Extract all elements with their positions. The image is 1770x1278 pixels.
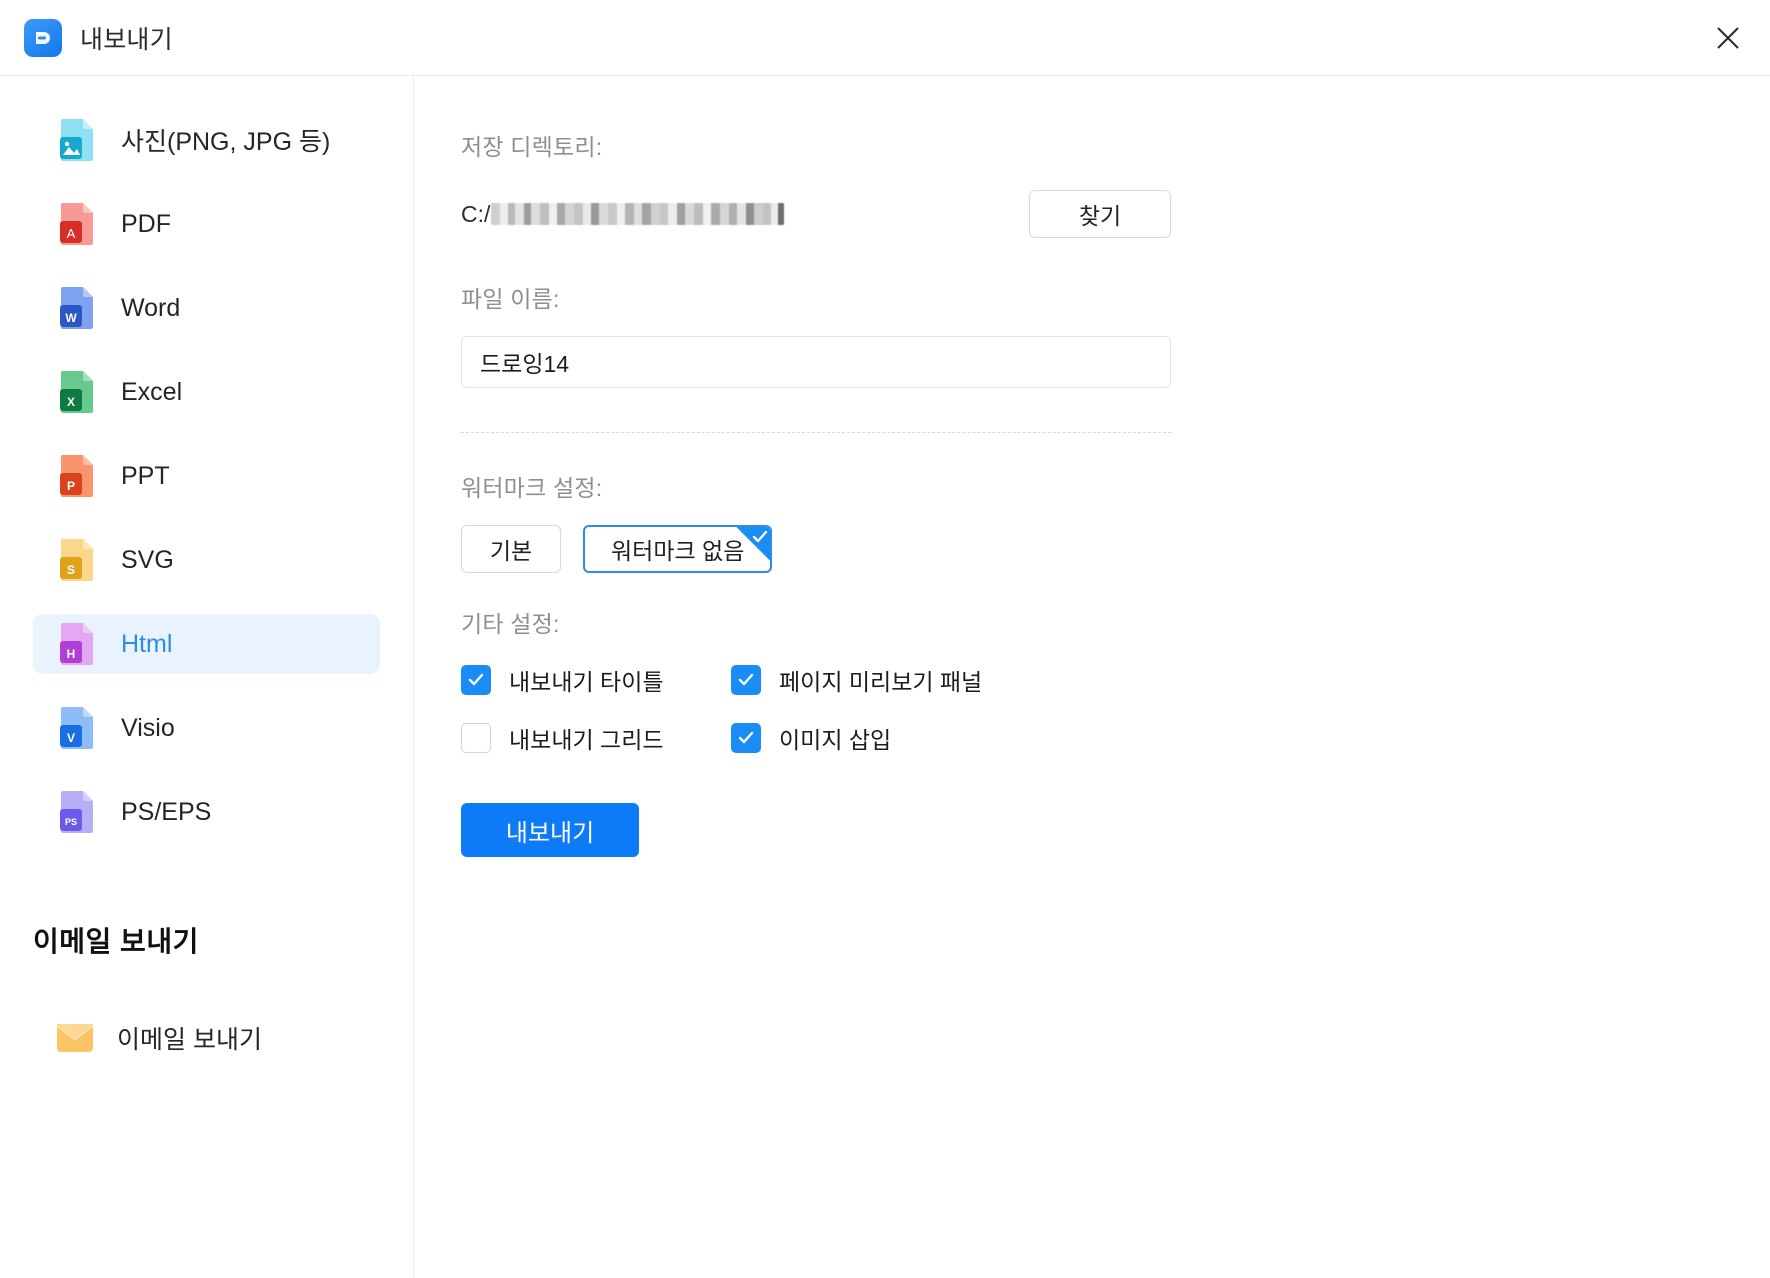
sidebar-item-visio[interactable]: V Visio: [33, 698, 380, 758]
pdf-file-icon: A: [60, 203, 93, 245]
sidebar: 사진(PNG, JPG 등) A PDF W Word X Excel P PP…: [0, 76, 414, 1278]
sidebar-item-label: Visio: [121, 713, 175, 742]
section-divider: [461, 432, 1171, 433]
sidebar-item-html[interactable]: H Html: [33, 614, 380, 674]
sidebar-item-ppt[interactable]: P PPT: [33, 446, 380, 506]
sidebar-item-label: PS/EPS: [121, 797, 212, 826]
check-icon: [738, 731, 754, 744]
ppt-file-icon: P: [60, 455, 93, 497]
svg-text:A: A: [67, 226, 76, 241]
watermark-option-none[interactable]: 워터마크 없음: [583, 525, 773, 573]
checkbox-embed-image[interactable]: 이미지 삽입: [731, 721, 1081, 755]
window-title: 내보내기: [80, 25, 173, 54]
checkbox-label: 이미지 삽입: [779, 727, 892, 753]
checkbox-box-checked[interactable]: [461, 665, 491, 695]
sidebar-item-label: Excel: [121, 377, 183, 406]
sidebar-item-ps-eps[interactable]: PS PS/EPS: [33, 782, 380, 842]
main-panel: 저장 디렉토리: C:/ 찾기 파일 이름: 드로잉14 워터마크 설정: 기본…: [415, 76, 1770, 1278]
svg-text:H: H: [67, 647, 76, 661]
filename-label: 파일 이름:: [461, 286, 560, 312]
watermark-options-row: 기본 워터마크 없음: [461, 525, 1770, 573]
word-file-icon: W: [60, 287, 93, 329]
email-section-title: 이메일 보내기: [33, 926, 199, 957]
checkbox-box-checked[interactable]: [731, 723, 761, 753]
watermark-label: 워터마크 설정:: [461, 475, 603, 501]
filename-input[interactable]: 드로잉14: [461, 336, 1171, 388]
sidebar-item-label: 사진(PNG, JPG 등): [121, 128, 331, 156]
sidebar-item-svg[interactable]: S SVG: [33, 530, 380, 590]
close-icon[interactable]: [1704, 14, 1752, 62]
checkbox-box-checked[interactable]: [731, 665, 761, 695]
check-icon: [468, 673, 484, 686]
directory-row: C:/ 찾기: [461, 190, 1171, 238]
svg-text:PS: PS: [65, 817, 77, 827]
other-settings-label: 기타 설정:: [461, 611, 560, 637]
watermark-option-default[interactable]: 기본: [461, 525, 561, 573]
svg-text:W: W: [65, 311, 77, 325]
title-bar: 내보내기: [0, 0, 1770, 76]
checkbox-export-title[interactable]: 내보내기 타이틀: [461, 663, 731, 697]
svg-text:P: P: [67, 479, 75, 493]
checkbox-export-grid[interactable]: 내보내기 그리드: [461, 721, 731, 755]
sidebar-item-label: Word: [121, 293, 181, 322]
sidebar-item-label: Html: [121, 629, 173, 658]
checkbox-box-unchecked[interactable]: [461, 723, 491, 753]
svg-text:X: X: [67, 395, 75, 409]
directory-path-value[interactable]: C:/: [461, 201, 1029, 228]
checkbox-label: 내보내기 그리드: [509, 727, 664, 753]
html-file-icon: H: [60, 623, 93, 665]
sidebar-item-label: PDF: [121, 209, 171, 238]
checkbox-label: 페이지 미리보기 패널: [779, 669, 983, 695]
checkbox-label: 내보내기 타이틀: [509, 669, 664, 695]
export-button[interactable]: 내보내기: [461, 803, 639, 857]
check-icon: [738, 673, 754, 686]
image-file-icon: [60, 119, 93, 161]
excel-file-icon: X: [60, 371, 93, 413]
sidebar-item-label: 이메일 보내기: [117, 1026, 262, 1054]
check-icon: [753, 530, 768, 543]
svg-text:S: S: [67, 563, 75, 577]
browse-button[interactable]: 찾기: [1029, 190, 1171, 238]
checkbox-page-preview-panel[interactable]: 페이지 미리보기 패널: [731, 663, 1081, 697]
edrawmax-logo-icon: [24, 18, 62, 57]
other-settings-checkboxes: 내보내기 타이틀 페이지 미리보기 패널 내보내기 그리드 이미지 삽입: [461, 663, 1081, 755]
sidebar-item-word[interactable]: W Word: [33, 278, 380, 338]
watermark-option-none-label: 워터마크 없음: [611, 538, 745, 564]
directory-path-redacted: [491, 203, 785, 225]
ps-eps-file-icon: PS: [60, 791, 93, 833]
sidebar-item-pdf[interactable]: A PDF: [33, 194, 380, 254]
svg-file-icon: S: [60, 539, 93, 581]
svg-text:V: V: [67, 731, 75, 745]
directory-label: 저장 디렉토리:: [461, 134, 603, 160]
visio-file-icon: V: [60, 707, 93, 749]
sidebar-item-image[interactable]: 사진(PNG, JPG 등): [33, 110, 380, 170]
sidebar-item-send-email[interactable]: 이메일 보내기: [33, 1008, 380, 1068]
directory-path-prefix: C:/: [461, 200, 491, 227]
sidebar-item-label: PPT: [121, 461, 170, 490]
sidebar-item-label: SVG: [121, 545, 174, 574]
envelope-icon: [57, 1024, 93, 1052]
sidebar-item-excel[interactable]: X Excel: [33, 362, 380, 422]
